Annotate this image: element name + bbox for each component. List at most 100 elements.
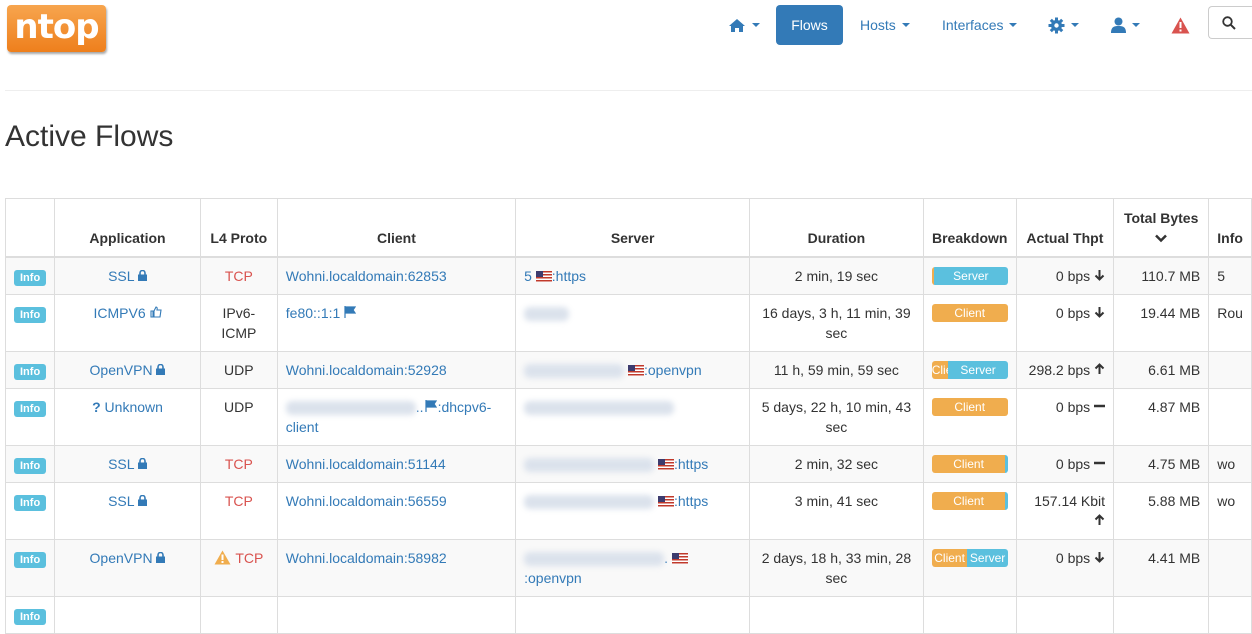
application-link[interactable]: SSL bbox=[108, 456, 147, 472]
bytes-cell: 4.41 MB bbox=[1113, 538, 1210, 597]
nav-hosts-label: Hosts bbox=[860, 17, 896, 33]
col-header-server[interactable]: Server bbox=[515, 198, 751, 258]
col-header-bytes[interactable]: Total Bytes bbox=[1113, 198, 1210, 258]
nav-interfaces[interactable]: Interfaces bbox=[942, 5, 1018, 45]
client-host-link[interactable]: .. bbox=[416, 399, 424, 415]
nav-hosts[interactable]: Hosts bbox=[860, 5, 910, 45]
info-cell: Info bbox=[4, 256, 56, 295]
info-value-cell bbox=[1208, 350, 1252, 389]
server-port-link[interactable]: :openvpn bbox=[524, 570, 582, 586]
col-header-info[interactable]: Info bbox=[1208, 198, 1252, 258]
server-port-link[interactable]: :https bbox=[552, 268, 586, 284]
breakdown-server-segment: Server bbox=[967, 548, 1008, 567]
server-port-link[interactable]: :https bbox=[674, 493, 708, 509]
server-port-link[interactable]: :openvpn bbox=[644, 362, 702, 378]
arrow-down-icon bbox=[1094, 269, 1105, 281]
nav-flows[interactable]: Flows bbox=[776, 5, 843, 45]
server-address-redacted bbox=[524, 551, 665, 566]
col-header-l4proto[interactable]: L4 Proto bbox=[199, 198, 278, 258]
application-link[interactable]: OpenVPN bbox=[90, 362, 166, 378]
breakdown-cell: Server bbox=[922, 256, 1017, 295]
table-row: Info OpenVPN UDP Wohni.localdomain:52928 :… bbox=[4, 350, 1252, 389]
client-host-link[interactable]: fe80::1:1 bbox=[286, 305, 341, 321]
server-host-link[interactable]: 5 bbox=[524, 268, 532, 284]
duration-cell: 2 min, 32 sec bbox=[749, 444, 924, 483]
alerts-link[interactable] bbox=[1171, 5, 1190, 45]
duration-cell: 5 days, 22 h, 10 min, 43 sec bbox=[749, 387, 924, 446]
thpt-value: 157.14 Kbit bbox=[1034, 492, 1106, 509]
ntop-logo[interactable]: ntop bbox=[7, 5, 106, 52]
table-row: Info SSL TCP Wohni.localdomain:62853 5 :htt… bbox=[4, 256, 1252, 295]
info-button[interactable]: Info bbox=[14, 457, 47, 474]
traffic-breakdown-bar: Client Server bbox=[931, 548, 1008, 567]
settings-menu[interactable] bbox=[1048, 5, 1079, 45]
client-host-link[interactable]: Wohni.localdomain:56559 bbox=[286, 493, 447, 509]
minus-icon bbox=[1094, 404, 1106, 407]
application-cell: SSL bbox=[54, 481, 201, 540]
application-name: OpenVPN bbox=[89, 361, 153, 378]
breakdown-client-segment: Client bbox=[931, 397, 1008, 416]
server-cell: :https bbox=[515, 444, 751, 483]
application-link[interactable]: SSL bbox=[108, 493, 147, 509]
application-cell: ? Unknown bbox=[54, 387, 201, 446]
warning-icon bbox=[214, 550, 231, 564]
user-menu[interactable] bbox=[1111, 5, 1140, 45]
thpt-cell: 0 bps bbox=[1015, 293, 1115, 352]
info-button[interactable]: Info bbox=[14, 494, 47, 511]
bytes-cell: 19.44 MB bbox=[1113, 293, 1210, 352]
nav-interfaces-label: Interfaces bbox=[942, 17, 1004, 33]
application-name: ICMPV6 bbox=[93, 304, 146, 321]
duration-cell: 3 min, 41 sec bbox=[749, 481, 924, 540]
bytes-cell: 5.88 MB bbox=[1113, 481, 1210, 540]
server-host-link[interactable]: . bbox=[664, 550, 668, 566]
application-link[interactable]: ICMPV6 bbox=[94, 305, 162, 321]
search-icon bbox=[1222, 16, 1236, 30]
server-port-link[interactable]: :https bbox=[674, 456, 708, 472]
info-button[interactable]: Info bbox=[14, 363, 47, 380]
info-button[interactable]: Info bbox=[14, 400, 47, 417]
thpt-cell: 0 bps bbox=[1015, 538, 1115, 597]
info-cell: Info bbox=[4, 481, 56, 540]
server-cell: 5 :https bbox=[515, 256, 751, 295]
application-name: OpenVPN bbox=[89, 549, 153, 566]
server-address-redacted bbox=[524, 363, 625, 378]
col-header-duration[interactable]: Duration bbox=[749, 198, 924, 258]
info-cell: Info bbox=[4, 387, 56, 446]
home-menu[interactable] bbox=[728, 5, 760, 45]
info-button[interactable]: Info bbox=[14, 551, 47, 568]
client-address-redacted bbox=[285, 400, 416, 415]
lock-icon bbox=[137, 457, 147, 469]
info-cell: Info bbox=[4, 444, 56, 483]
us-flag-icon bbox=[628, 364, 644, 376]
question-icon: ? bbox=[92, 398, 101, 415]
l4proto-value: IPv6-ICMP bbox=[221, 304, 257, 341]
breakdown-cell: ClieServer bbox=[922, 350, 1017, 389]
l4proto-cell: TCP bbox=[199, 256, 278, 295]
col-header-bytes-label: Total Bytes bbox=[1123, 209, 1199, 226]
col-header-thpt[interactable]: Actual Thpt bbox=[1015, 198, 1115, 258]
info-button[interactable]: Info bbox=[14, 269, 47, 286]
breakdown-cell: Client bbox=[922, 293, 1017, 352]
client-host-link[interactable]: Wohni.localdomain:62853 bbox=[286, 268, 447, 284]
col-header-breakdown[interactable]: Breakdown bbox=[922, 198, 1017, 258]
info-button[interactable]: Info bbox=[14, 608, 47, 625]
client-host-link[interactable]: Wohni.localdomain:58982 bbox=[286, 550, 447, 566]
table-row-partial: Info bbox=[4, 595, 1252, 634]
col-header-application[interactable]: Application bbox=[54, 198, 201, 258]
search-button[interactable] bbox=[1208, 6, 1252, 39]
application-name: SSL bbox=[108, 455, 135, 472]
col-header-client[interactable]: Client bbox=[276, 198, 517, 258]
page-title: Active Flows bbox=[5, 120, 174, 153]
info-button[interactable]: Info bbox=[14, 306, 47, 323]
application-link[interactable]: OpenVPN bbox=[90, 550, 166, 566]
application-link[interactable]: SSL bbox=[108, 268, 147, 284]
client-host-link[interactable]: Wohni.localdomain:52928 bbox=[286, 362, 447, 378]
table-row: Info ICMPV6 IPv6-ICMP fe80::1:1 16 days, 3… bbox=[4, 293, 1252, 352]
client-cell: Wohni.localdomain:51144 bbox=[276, 444, 517, 483]
server-address-redacted bbox=[524, 494, 655, 509]
arrow-down-icon bbox=[1094, 551, 1105, 563]
arrow-up-icon bbox=[1094, 362, 1105, 374]
traffic-breakdown-bar: Client bbox=[931, 491, 1008, 510]
application-link[interactable]: ? Unknown bbox=[92, 399, 163, 415]
client-host-link[interactable]: Wohni.localdomain:51144 bbox=[286, 456, 446, 472]
